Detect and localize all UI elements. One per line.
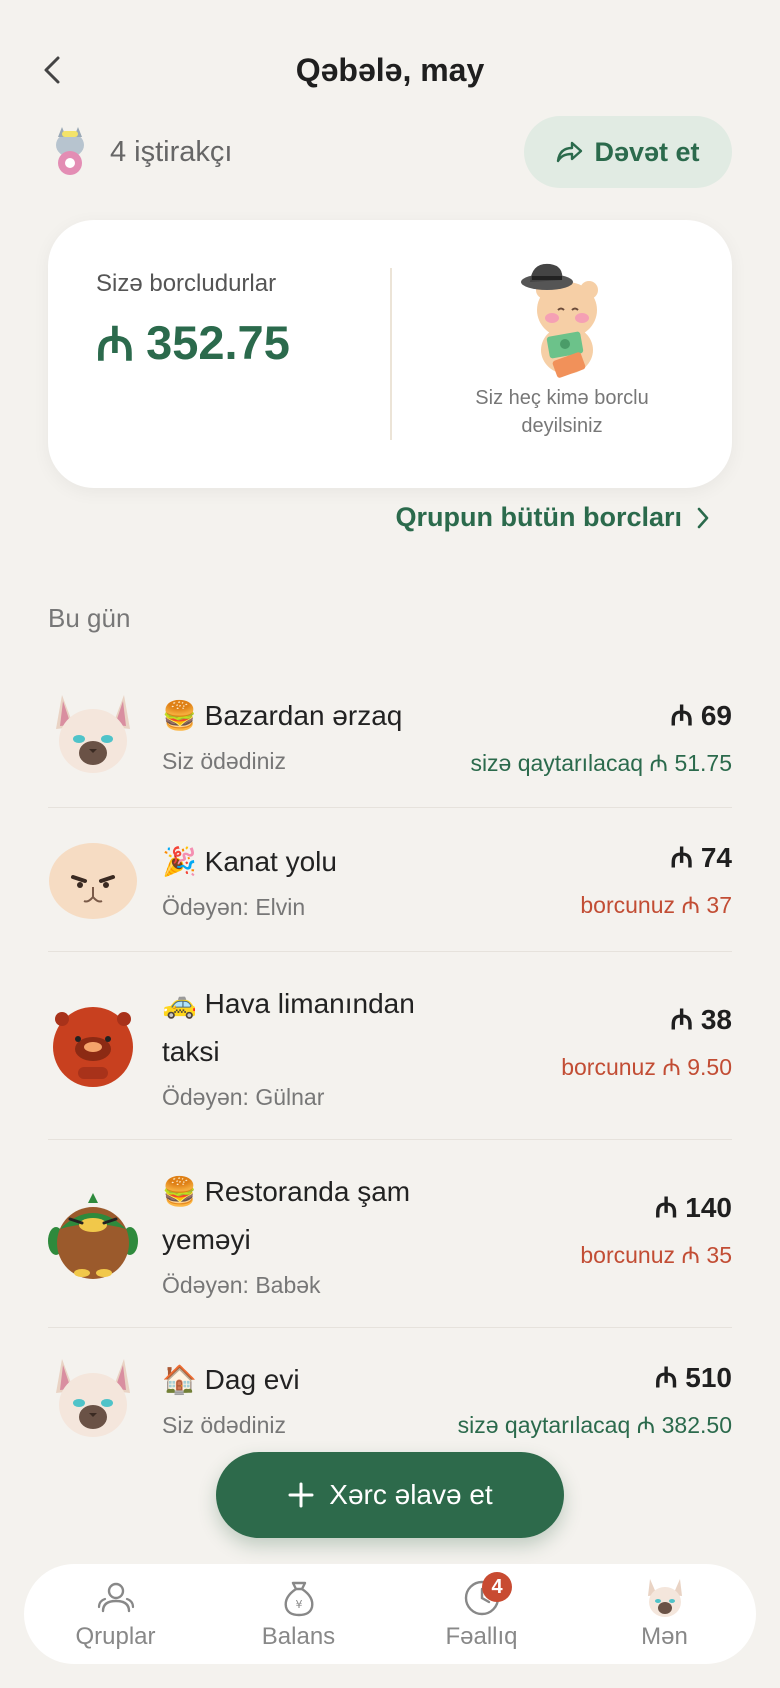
expense-row[interactable]: 🍔 Bazardan ərzaq Siz ödədiniz ₼ 69 sizə … bbox=[48, 660, 732, 808]
nav-label: Balans bbox=[261, 1623, 336, 1650]
members-row: 4 iştirakçı Dəvət et bbox=[48, 115, 732, 189]
expense-row[interactable]: 🎉 Kanat yolu Ödəyən: Elvin ₼ 74 borcunuz… bbox=[48, 808, 732, 952]
notification-badge: 4 bbox=[482, 1572, 512, 1602]
section-title-today: Bu gün bbox=[48, 603, 131, 633]
plus-icon bbox=[288, 1482, 314, 1508]
duck-avatar-icon bbox=[48, 1192, 138, 1279]
expense-row[interactable]: 🚕 Hava limanından taksi Ödəyən: Gülnar ₼… bbox=[48, 952, 732, 1140]
owed-amount: ₼ 352.75 bbox=[96, 310, 290, 374]
expense-name: Dag evi bbox=[204, 1364, 300, 1395]
siamese-cat-avatar-icon bbox=[56, 694, 130, 773]
expense-name: Bazardan ərzaq bbox=[204, 699, 403, 731]
expense-payer: Ödəyən: Babək bbox=[162, 1271, 321, 1298]
bear-with-money-illustration bbox=[521, 263, 598, 378]
expense-amount: ₼ 74 bbox=[670, 842, 732, 873]
members-summary[interactable]: 4 iştirakçı bbox=[48, 127, 232, 177]
all-group-debts-link[interactable]: Qrupun bütün borcları bbox=[396, 502, 710, 533]
expense-row[interactable]: 🍔 Restoranda şam yeməyi Ödəyən: Babək ₼ … bbox=[48, 1140, 732, 1328]
nav-item-activity[interactable]: Fəallıq 4 bbox=[390, 1564, 573, 1664]
expense-row[interactable]: 🏠 Dag evi Siz ödədiniz ₼ 510 sizə qaytar… bbox=[48, 1328, 732, 1468]
expense-amounts: ₼ 74 borcunuz ₼ 37 bbox=[580, 838, 732, 920]
expense-amounts: ₼ 510 sizə qaytarılacaq ₼ 382.50 bbox=[458, 1358, 732, 1440]
expense-emoji: 🚕 bbox=[162, 987, 197, 1019]
expense-name: Restoranda şam yeməyi bbox=[162, 1175, 411, 1255]
nav-item-me[interactable]: Mən bbox=[573, 1564, 756, 1664]
expense-list: 🍔 Bazardan ərzaq Siz ödədiniz ₼ 69 sizə … bbox=[48, 660, 732, 1468]
add-expense-button[interactable]: Xərc əlavə et bbox=[216, 1452, 564, 1538]
nav-label: Qruplar bbox=[75, 1623, 156, 1650]
expense-share: sizə qaytarılacaq ₼ 51.75 bbox=[470, 750, 732, 776]
owed-to-you: Sizə borcludurlar ₼ 352.75 bbox=[96, 270, 290, 374]
expense-amount: ₼ 38 bbox=[670, 1004, 732, 1035]
owed-label: Sizə borcludurlar bbox=[96, 270, 277, 297]
expense-share: borcunuz ₼ 37 bbox=[580, 892, 732, 918]
you-owe-section: Siz heç kimə borclu deyilsiniz bbox=[392, 260, 732, 440]
no-debt-message: Siz heç kimə borclu deyilsiniz bbox=[475, 387, 649, 437]
expense-title: 🚕 Hava limanından taksi bbox=[162, 980, 462, 1076]
expense-share: sizə qaytarılacaq ₼ 382.50 bbox=[457, 1412, 732, 1438]
invite-label: Dəvət et bbox=[594, 136, 700, 167]
bottom-nav: Qruplar ¥ Balans Fəallıq 4 Mən bbox=[24, 1564, 756, 1664]
expense-emoji: 🎉 bbox=[162, 845, 197, 877]
capybara-avatar-icon bbox=[53, 1006, 133, 1087]
groups-icon bbox=[97, 1582, 134, 1613]
group-avatar-icon bbox=[56, 127, 84, 175]
expense-payer: Ödəyən: Gülnar bbox=[162, 1083, 325, 1110]
money-bag-icon: ¥ bbox=[284, 1581, 313, 1617]
nav-label: Mən bbox=[641, 1623, 688, 1650]
expense-share: borcunuz ₼ 35 bbox=[580, 1242, 732, 1268]
header: Qəbələ, may bbox=[0, 40, 780, 100]
profile-avatar-icon bbox=[647, 1579, 682, 1617]
persian-cat-avatar-icon bbox=[49, 842, 137, 919]
expense-amounts: ₼ 140 borcunuz ₼ 35 bbox=[580, 1188, 732, 1270]
expense-info: 🍔 Restoranda şam yeməyi Ödəyən: Babək bbox=[162, 1168, 462, 1300]
expense-share: borcunuz ₼ 9.50 bbox=[561, 1054, 732, 1080]
add-expense-label: Xərc əlavə et bbox=[329, 1479, 493, 1510]
expense-amounts: ₼ 38 borcunuz ₼ 9.50 bbox=[561, 1000, 732, 1082]
owed-amount-value: 352.75 bbox=[146, 315, 290, 369]
expense-amount: ₼ 69 bbox=[670, 700, 732, 731]
expense-name: Kanat yolu bbox=[204, 845, 337, 877]
expense-amounts: ₼ 69 sizə qaytarılacaq ₼ 51.75 bbox=[470, 696, 732, 778]
expense-emoji: 🏠 bbox=[162, 1364, 197, 1395]
page-title: Qəbələ, may bbox=[295, 52, 485, 88]
svg-text:¥: ¥ bbox=[295, 1598, 302, 1611]
share-arrow-icon bbox=[557, 141, 583, 163]
invite-button[interactable]: Dəvət et bbox=[524, 116, 732, 188]
siamese-cat-avatar-icon bbox=[56, 1359, 130, 1437]
chevron-right-icon bbox=[697, 507, 709, 528]
balance-summary-card: Sizə borcludurlar ₼ 352.75 Siz heç kimə … bbox=[48, 220, 732, 488]
all-debts-label: Qrupun bütün borcları bbox=[395, 502, 682, 532]
expense-info: 🚕 Hava limanından taksi Ödəyən: Gülnar bbox=[162, 980, 462, 1112]
expense-emoji: 🍔 bbox=[162, 699, 197, 731]
nav-item-groups[interactable]: Qruplar bbox=[24, 1564, 207, 1664]
expense-title: 🍔 Restoranda şam yeməyi bbox=[162, 1168, 462, 1264]
expense-emoji: 🍔 bbox=[162, 1175, 197, 1207]
currency-symbol: ₼ bbox=[96, 317, 135, 370]
expense-name: Hava limanından taksi bbox=[162, 987, 415, 1067]
expense-amount: ₼ 140 bbox=[654, 1192, 732, 1223]
nav-label: Fəallıq bbox=[445, 1623, 518, 1650]
nav-item-balance[interactable]: ¥ Balans bbox=[207, 1564, 390, 1664]
expense-amount: ₼ 510 bbox=[654, 1362, 732, 1393]
members-count: 4 iştirakçı bbox=[110, 135, 233, 168]
